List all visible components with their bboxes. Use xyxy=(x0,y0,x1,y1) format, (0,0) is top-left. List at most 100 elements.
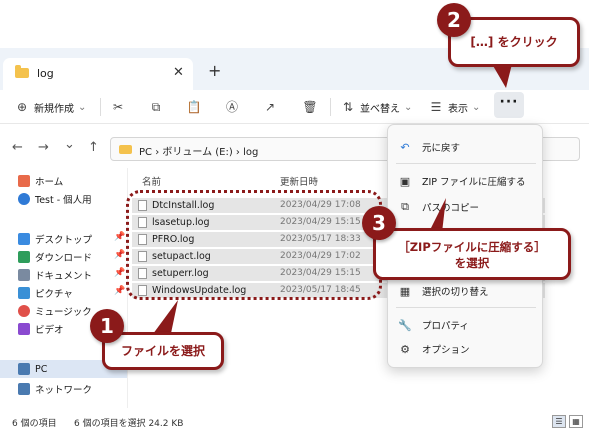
undo-icon: ↶ xyxy=(400,140,410,154)
clipboard-icon: 📋 xyxy=(186,100,202,114)
view-button[interactable]: ☰ 表示 ⌄ xyxy=(428,97,481,117)
sidebar-item-downloads[interactable]: ダウンロード 📌 xyxy=(18,248,127,266)
picture-icon xyxy=(18,287,30,299)
breadcrumb: PC › ボリューム (E:) › log xyxy=(139,147,259,158)
navigation-pane: ホーム Test - 個人用 デスクトップ 📌 ダウンロード 📌 ドキュメント … xyxy=(0,168,128,408)
new-tab-button[interactable]: + xyxy=(208,61,221,80)
recent-locations-icon[interactable]: ⌄ xyxy=(64,137,75,152)
sidebar-item-network[interactable]: ネットワーク xyxy=(18,380,127,398)
menu-item-label: 元に戻す xyxy=(422,143,461,154)
menu-item-invert-selection[interactable]: ▦ 選択の切り替え xyxy=(388,279,542,303)
copy-path-icon: ⧉ xyxy=(401,200,409,213)
see-more-button[interactable]: ··· xyxy=(494,92,524,118)
pin-icon: 📌 xyxy=(114,286,126,296)
pin-icon: 📌 xyxy=(114,250,126,260)
tab-log[interactable]: log ✕ xyxy=(3,58,193,90)
divider xyxy=(100,98,101,116)
chevron-down-icon: ⌄ xyxy=(404,101,413,113)
callout-select-zip: ［ZIPファイルに圧縮する］ を選択 xyxy=(373,228,571,280)
wrench-icon: 🔧 xyxy=(398,318,412,332)
menu-item-compress-zip[interactable]: ▣ ZIP ファイルに圧縮する xyxy=(388,169,542,193)
close-icon[interactable]: ✕ xyxy=(173,65,184,80)
document-icon xyxy=(18,269,30,281)
copy-button[interactable]: ⧉ xyxy=(148,97,164,117)
invert-selection-icon: ▦ xyxy=(399,284,411,298)
new-button[interactable]: ⊕ 新規作成 ⌄ xyxy=(14,97,86,117)
sidebar-item-label: Test - 個人用 xyxy=(35,195,92,206)
paste-button[interactable]: 📋 xyxy=(186,97,202,117)
cut-button[interactable]: ✂ xyxy=(110,97,126,117)
folder-icon xyxy=(15,65,29,78)
share-button[interactable]: ↗ xyxy=(262,97,278,117)
network-icon xyxy=(18,383,30,395)
sort-label: 並べ替え xyxy=(360,103,400,115)
back-icon[interactable]: ← xyxy=(12,140,23,155)
menu-item-undo[interactable]: ↶ 元に戻す xyxy=(388,135,542,159)
status-bar: 6 個の項目 6 個の項目を選択 24.2 KB ☰ ▦ xyxy=(0,410,589,433)
address-bar[interactable]: PC › ボリューム (E:) › log xyxy=(110,137,395,161)
gear-icon: ⚙ xyxy=(400,342,410,356)
step-1-badge: 1 xyxy=(90,309,124,343)
desktop-icon xyxy=(18,233,30,245)
menu-item-label: ZIP ファイルに圧縮する xyxy=(422,177,526,188)
step-3-badge: 3 xyxy=(362,206,396,240)
callout-text-line1: ［ZIPファイルに圧縮する］ xyxy=(398,240,546,254)
sort-button[interactable]: ⇅ 並べ替え ⌄ xyxy=(340,97,412,117)
sidebar-item-label: ホーム xyxy=(35,177,64,188)
pin-icon: 📌 xyxy=(114,268,126,278)
zip-folder-icon: ▣ xyxy=(399,174,411,188)
search-input[interactable] xyxy=(540,137,580,161)
menu-item-copy-path[interactable]: ⧉ パスのコピー xyxy=(388,195,542,219)
scissors-icon: ✂ xyxy=(112,100,124,114)
sidebar-item-label: ビデオ xyxy=(35,325,64,336)
column-name[interactable]: 名前 xyxy=(142,174,161,188)
tab-title: log xyxy=(37,67,54,80)
selection-count: 6 個の項目を選択 24.2 KB xyxy=(74,419,184,429)
sidebar-item-documents[interactable]: ドキュメント 📌 xyxy=(18,266,127,284)
sort-icon: ⇅ xyxy=(342,100,354,114)
sidebar-item-label: ミュージック xyxy=(35,307,92,318)
sidebar-item-label: ダウンロード xyxy=(35,253,93,264)
column-date[interactable]: 更新日時 xyxy=(280,174,318,188)
item-count: 6 個の項目 xyxy=(12,419,57,429)
menu-item-label: 選択の切り替え xyxy=(422,287,489,298)
sidebar-item-label: ネットワーク xyxy=(35,385,93,396)
divider xyxy=(396,307,536,308)
menu-item-label: プロパティ xyxy=(422,321,469,332)
sidebar-item-onedrive[interactable]: Test - 個人用 xyxy=(18,190,127,208)
plus-circle-icon: ⊕ xyxy=(16,100,28,114)
delete-button[interactable]: 🗑 xyxy=(302,97,318,117)
sidebar-item-pictures[interactable]: ピクチャ 📌 xyxy=(18,284,127,302)
sidebar-item-home[interactable]: ホーム xyxy=(18,172,127,190)
menu-item-label: オプション xyxy=(422,345,470,356)
computer-icon xyxy=(18,363,30,375)
sidebar-item-desktop[interactable]: デスクトップ 📌 xyxy=(18,230,127,248)
download-icon xyxy=(18,251,30,263)
folder-icon xyxy=(119,145,132,154)
callout-text: […] をクリック xyxy=(470,35,558,49)
callout-text: ファイルを選択 xyxy=(120,344,205,358)
rename-button[interactable]: Ⓐ xyxy=(224,97,240,117)
home-icon xyxy=(18,175,30,187)
chevron-down-icon: ⌄ xyxy=(472,101,481,113)
sidebar-item-label: ピクチャ xyxy=(35,289,73,300)
forward-icon[interactable]: → xyxy=(38,140,49,155)
sidebar-item-label: デスクトップ xyxy=(35,235,93,246)
menu-item-label: パスのコピー xyxy=(422,203,480,214)
chevron-down-icon: ⌄ xyxy=(78,101,87,113)
view-list-icon: ☰ xyxy=(430,100,442,114)
sidebar-item-label: PC xyxy=(35,363,48,375)
tiles-view-icon[interactable]: ▦ xyxy=(569,415,583,428)
pin-icon: 📌 xyxy=(114,232,126,242)
trash-icon: 🗑 xyxy=(302,100,318,114)
selection-highlight xyxy=(126,190,382,300)
view-label: 表示 xyxy=(448,103,468,115)
callout-text-line2: を選択 xyxy=(454,256,490,270)
cloud-icon xyxy=(18,193,30,205)
menu-item-properties[interactable]: 🔧 プロパティ xyxy=(388,313,542,337)
up-icon[interactable]: ↑ xyxy=(88,140,99,155)
menu-item-options[interactable]: ⚙ オプション xyxy=(388,337,542,361)
video-icon xyxy=(18,323,30,335)
copy-icon: ⧉ xyxy=(151,100,161,114)
details-view-icon[interactable]: ☰ xyxy=(552,415,566,428)
